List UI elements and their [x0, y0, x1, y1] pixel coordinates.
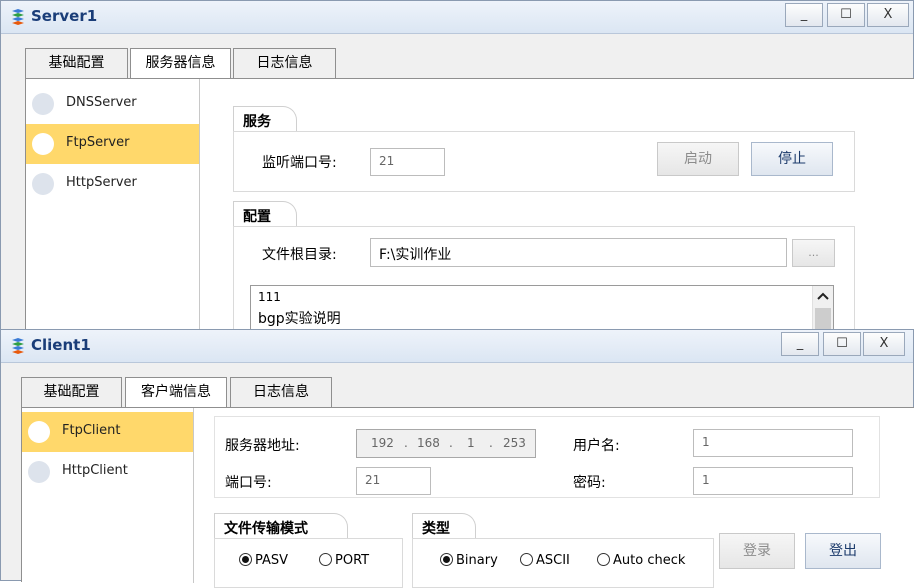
browse-button[interactable]: ... — [792, 239, 835, 267]
client-status-icon — [28, 421, 50, 443]
client-status-icon — [28, 461, 50, 483]
radio-pasv-indicator[interactable] — [239, 553, 252, 566]
username-label: 用户名: — [573, 438, 620, 454]
client-close-button[interactable]: X — [863, 332, 905, 356]
config-group-title: 配置 — [233, 201, 297, 227]
radio-binary-indicator[interactable] — [440, 553, 453, 566]
service-status-icon — [32, 173, 54, 195]
client-item-label: FtpClient — [62, 423, 121, 438]
radio-pasv-label: PASV — [255, 553, 289, 568]
file-list-item[interactable]: 111 — [258, 290, 281, 304]
client-window-title: Client1 — [31, 336, 91, 354]
ip-octet[interactable]: 168 — [417, 436, 440, 450]
connection-group: 服务器地址: 192 . 168 . 1 . 253 端口号: 21 用户名: … — [214, 416, 880, 498]
server-window-title: Server1 — [31, 7, 98, 25]
app-logo-icon — [12, 9, 24, 25]
server-tab-server-info[interactable]: 服务器信息 — [130, 48, 231, 79]
server-address-input[interactable]: 192 . 168 . 1 . 253 — [356, 429, 536, 458]
listen-port-label: 监听端口号: — [262, 155, 337, 171]
radio-ascii-label: ASCII — [536, 553, 570, 568]
radio-port[interactable]: PORT — [319, 553, 369, 568]
root-dir-label: 文件根目录: — [262, 247, 337, 263]
port-input[interactable]: 21 — [356, 467, 431, 495]
listen-port-input[interactable]: 21 — [370, 148, 445, 176]
server-tab-log[interactable]: 日志信息 — [233, 48, 336, 78]
client-item-label: HttpClient — [62, 463, 128, 478]
server-tab-basic[interactable]: 基础配置 — [25, 48, 128, 78]
password-label: 密码: — [573, 475, 606, 491]
service-item-http[interactable]: HttpServer — [26, 164, 199, 204]
client-tab-log[interactable]: 日志信息 — [230, 377, 332, 407]
server-address-label: 服务器地址: — [225, 438, 300, 454]
server-tab-panel: DNSServer FtpServer HttpServer 服务 监听端口号:… — [25, 78, 914, 348]
service-item-dns[interactable]: DNSServer — [26, 84, 199, 124]
radio-autocheck[interactable]: Auto check — [597, 553, 685, 568]
ip-dot: . — [449, 436, 453, 450]
radio-autocheck-label: Auto check — [613, 553, 686, 568]
type-group-title: 类型 — [412, 513, 476, 539]
client-list: FtpClient HttpClient — [22, 408, 194, 583]
service-status-icon — [32, 93, 54, 115]
service-item-label: FtpServer — [66, 135, 130, 150]
client-tab-basic[interactable]: 基础配置 — [21, 377, 122, 407]
client-maximize-button[interactable]: ☐ — [823, 332, 861, 356]
client-item-http[interactable]: HttpClient — [22, 452, 193, 492]
server-service-list: DNSServer FtpServer HttpServer — [26, 79, 200, 341]
client-tab-client-info[interactable]: 客户端信息 — [125, 377, 227, 408]
root-dir-input[interactable]: F:\实训作业 — [370, 238, 787, 267]
transfer-mode-title: 文件传输模式 — [214, 513, 348, 539]
client-tab-panel: FtpClient HttpClient 服务器地址: 192 . 168 . … — [21, 407, 914, 588]
ip-octet[interactable]: 192 — [371, 436, 394, 450]
service-group: 监听端口号: 21 启动 停止 — [233, 131, 855, 192]
ip-dot: . — [404, 436, 408, 450]
username-input[interactable]: 1 — [693, 429, 853, 457]
app-logo-icon — [12, 338, 24, 354]
radio-ascii-indicator[interactable] — [520, 553, 533, 566]
client-window: Client1 _ ☐ X 基础配置 客户端信息 日志信息 FtpClient … — [0, 329, 914, 588]
ip-dot: . — [489, 436, 493, 450]
client-minimize-button[interactable]: _ — [781, 332, 819, 356]
server-close-button[interactable]: X — [867, 3, 909, 27]
logout-button[interactable]: 登出 — [805, 533, 881, 569]
client-item-ftp[interactable]: FtpClient — [22, 412, 193, 452]
radio-pasv[interactable]: PASV — [239, 553, 288, 568]
stop-button[interactable]: 停止 — [751, 142, 833, 176]
ip-octet[interactable]: 253 — [503, 436, 526, 450]
radio-ascii[interactable]: ASCII — [520, 553, 570, 568]
server-titlebar[interactable]: Server1 _ ☐ X — [1, 1, 913, 34]
port-label: 端口号: — [225, 475, 272, 491]
service-item-label: DNSServer — [66, 95, 137, 110]
ip-octet[interactable]: 1 — [467, 436, 475, 450]
radio-autocheck-indicator[interactable] — [597, 553, 610, 566]
login-button[interactable]: 登录 — [719, 533, 795, 569]
service-item-label: HttpServer — [66, 175, 137, 190]
service-status-icon — [32, 133, 54, 155]
server-window: Server1 _ ☐ X 基础配置 服务器信息 日志信息 DNSServer … — [0, 0, 914, 348]
password-input[interactable]: 1 — [693, 467, 853, 495]
start-button[interactable]: 启动 — [657, 142, 739, 176]
radio-port-indicator[interactable] — [319, 553, 332, 566]
config-group: 文件根目录: F:\实训作业 ... 111 bgp实验说明 — [233, 226, 855, 348]
server-minimize-button[interactable]: _ — [785, 3, 823, 27]
radio-port-label: PORT — [335, 553, 370, 568]
client-titlebar[interactable]: Client1 _ ☐ X — [1, 330, 913, 363]
server-maximize-button[interactable]: ☐ — [827, 3, 865, 27]
service-group-title: 服务 — [233, 106, 297, 132]
service-item-ftp[interactable]: FtpServer — [26, 124, 199, 164]
file-list-item[interactable]: bgp实验说明 — [258, 308, 341, 328]
radio-binary-label: Binary — [456, 553, 498, 568]
scroll-up-icon[interactable] — [813, 288, 833, 304]
radio-binary[interactable]: Binary — [440, 553, 498, 568]
